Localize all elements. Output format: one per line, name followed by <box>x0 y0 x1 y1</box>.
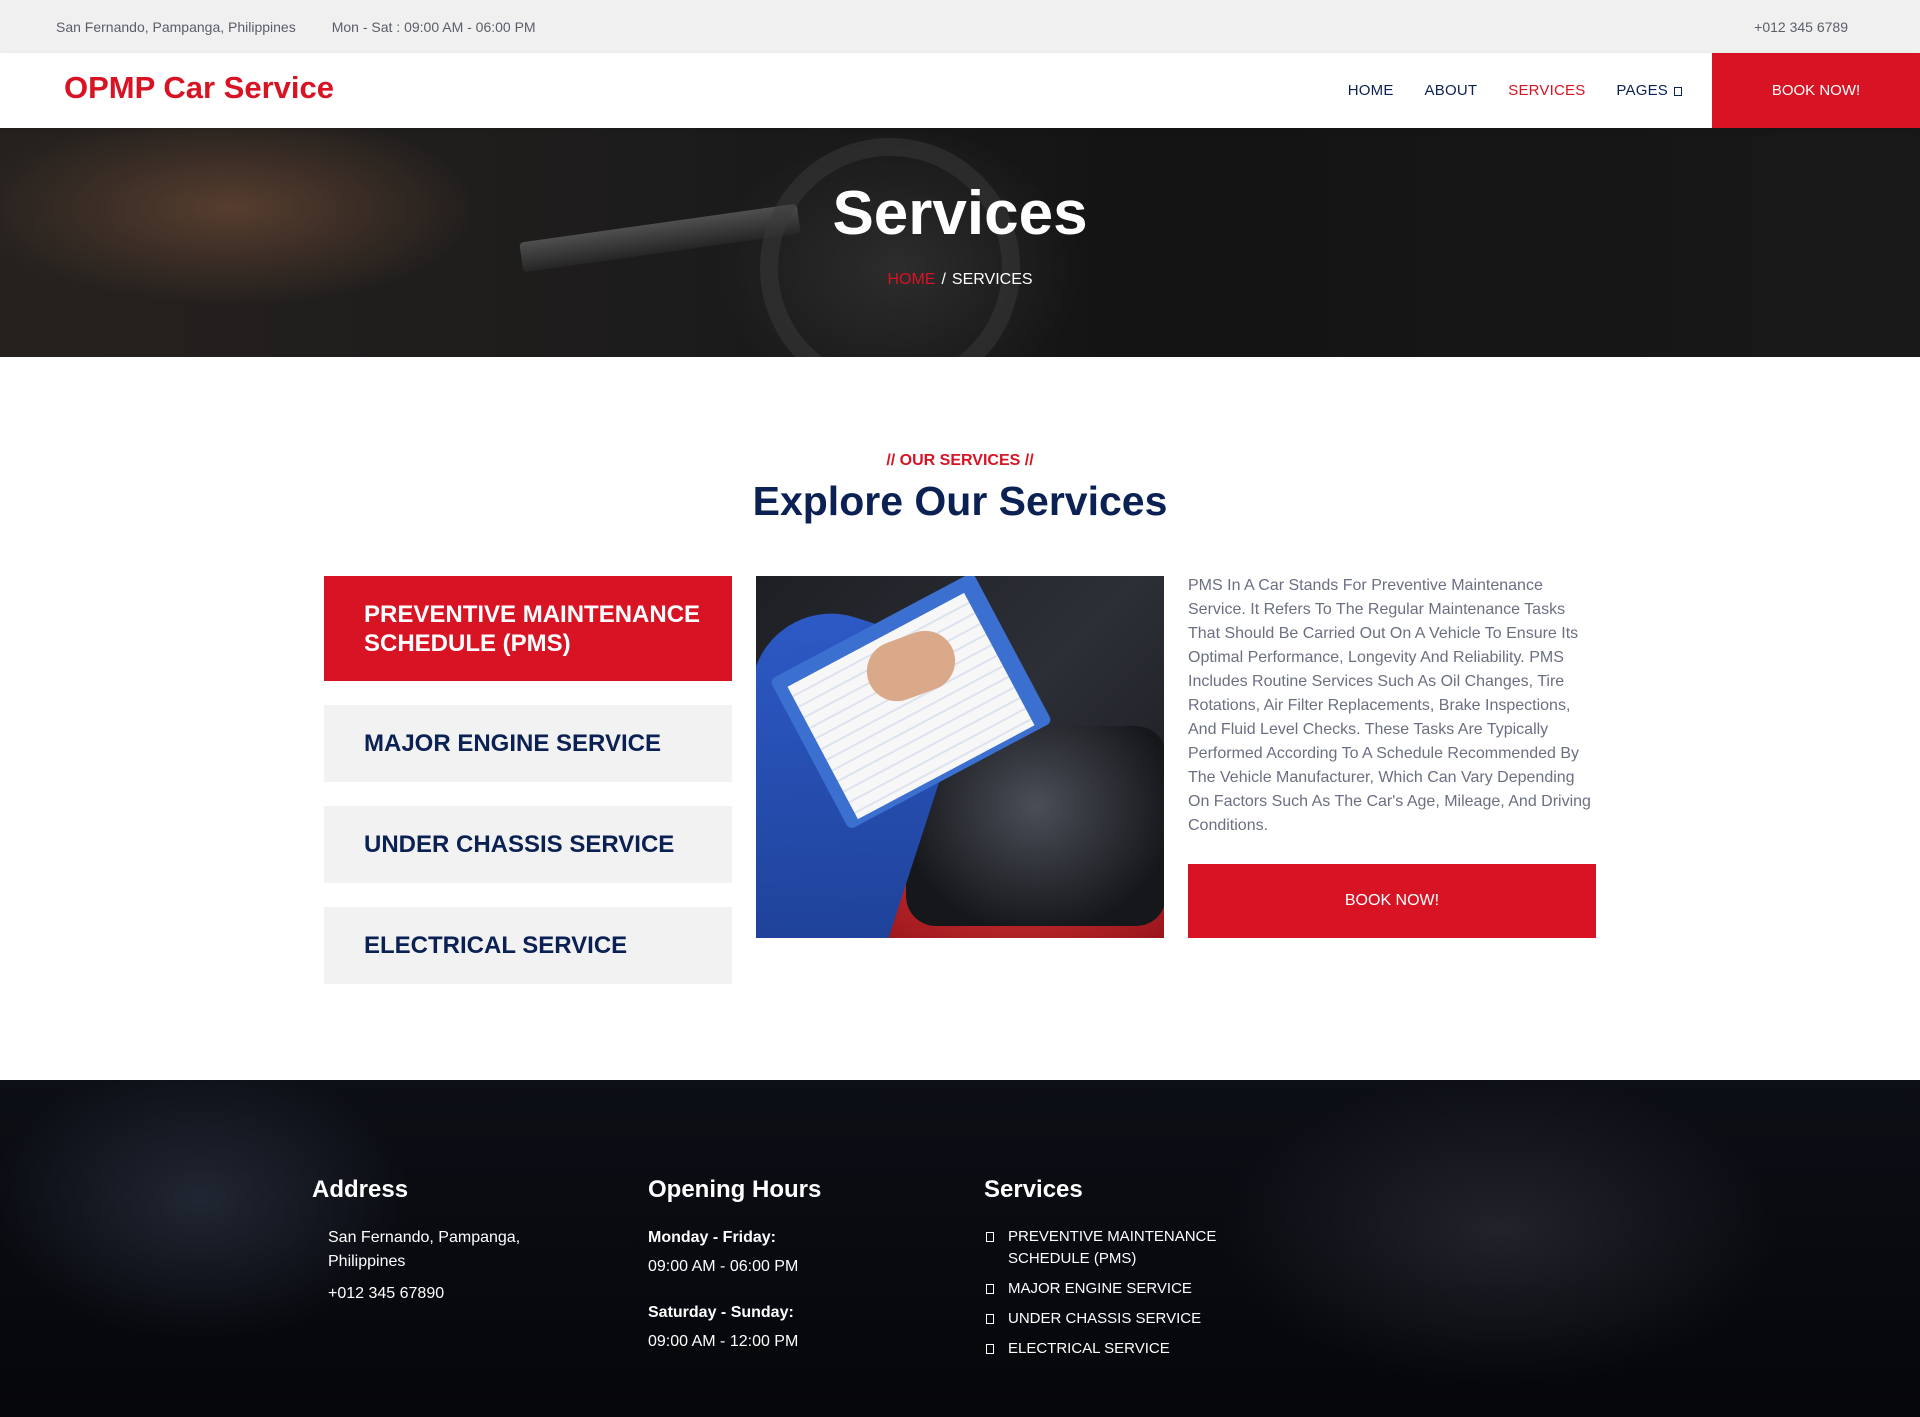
service-tab-under-chassis[interactable]: UNDER CHASSIS SERVICE <box>324 806 732 883</box>
book-now-service-button[interactable]: BOOK NOW! <box>1188 864 1596 938</box>
footer-address-value: San Fernando, Pampanga, Philippines <box>328 1229 521 1270</box>
main-navbar: OPMP Car Service HOME ABOUT SERVICES PAG… <box>0 53 1920 128</box>
section-tag: // OUR SERVICES // <box>886 452 1034 469</box>
footer-service-label: PREVENTIVE MAINTENANCE SCHEDULE (PMS) <box>1008 1228 1217 1267</box>
service-tab-electrical[interactable]: ELECTRICAL SERVICE <box>324 907 732 984</box>
phone-text: +012 345 6789 <box>1754 18 1848 35</box>
nav-services-link[interactable]: SERVICES <box>1508 82 1585 99</box>
footer-service-link[interactable]: MAJOR ENGINE SERVICE <box>984 1278 1264 1300</box>
weekday-label: Monday - Friday: <box>648 1229 777 1246</box>
top-info-bar: San Fernando, Pampanga, Philippines Mon … <box>0 0 1920 53</box>
service-tab-major-engine[interactable]: MAJOR ENGINE SERVICE <box>324 705 732 782</box>
page-header-hero: Services HOME / SERVICES <box>0 128 1920 357</box>
square-bullet-icon <box>986 1284 994 1294</box>
footer-service-link[interactable]: ELECTRICAL SERVICE <box>984 1338 1264 1360</box>
weekend-hours: 09:00 AM - 12:00 PM <box>648 1333 799 1350</box>
weekend-label: Saturday - Sunday: <box>648 1304 794 1321</box>
footer-services-column: Services PREVENTIVE MAINTENANCE SCHEDULE… <box>984 1176 1264 1368</box>
nav-about-link[interactable]: ABOUT <box>1425 82 1478 99</box>
footer-service-link[interactable]: UNDER CHASSIS SERVICE <box>984 1308 1264 1330</box>
footer-hours-column: Opening Hours Monday - Friday: 09:00 AM … <box>648 1176 908 1354</box>
page-title: Services <box>832 179 1088 248</box>
breadcrumb-current: SERVICES <box>951 271 1033 288</box>
nav-links: HOME ABOUT SERVICES PAGES <box>1317 53 1682 128</box>
square-bullet-icon <box>986 1344 994 1354</box>
service-tab-pms[interactable]: PREVENTIVE MAINTENANCE SCHEDULE (PMS) <box>324 576 732 681</box>
section-title: Explore Our Services <box>752 478 1168 524</box>
dropdown-icon <box>1674 86 1682 96</box>
nav-pages-dropdown[interactable]: PAGES <box>1616 82 1682 99</box>
footer-service-label: MAJOR ENGINE SERVICE <box>1008 1280 1192 1297</box>
footer-hours-heading: Opening Hours <box>648 1176 822 1203</box>
footer: Address San Fernando, Pampanga, Philippi… <box>0 1080 1920 1417</box>
square-bullet-icon <box>986 1232 994 1242</box>
footer-service-label: UNDER CHASSIS SERVICE <box>1008 1310 1202 1327</box>
footer-service-label: ELECTRICAL SERVICE <box>1008 1340 1170 1357</box>
footer-address-column: Address San Fernando, Pampanga, Philippi… <box>312 1176 572 1306</box>
footer-services-heading: Services <box>984 1176 1083 1203</box>
footer-address-heading: Address <box>312 1176 409 1203</box>
service-description: PMS In A Car Stands For Preventive Maint… <box>1188 577 1591 834</box>
business-hours-text: Mon - Sat : 09:00 AM - 06:00 PM <box>331 18 536 35</box>
footer-address-text: San Fernando, Pampanga, Philippines <box>312 1226 572 1274</box>
book-now-nav-button[interactable]: BOOK NOW! <box>1712 53 1920 128</box>
square-bullet-icon <box>986 1314 994 1324</box>
breadcrumb-separator: / <box>941 271 946 288</box>
nav-pages-label: PAGES <box>1616 82 1668 99</box>
weekday-hours: 09:00 AM - 06:00 PM <box>648 1258 799 1275</box>
nav-home-link[interactable]: HOME <box>1348 82 1394 99</box>
footer-service-link[interactable]: PREVENTIVE MAINTENANCE SCHEDULE (PMS) <box>984 1226 1264 1270</box>
brand-logo[interactable]: OPMP Car Service <box>64 70 334 106</box>
service-image <box>756 576 1164 938</box>
breadcrumb-home-link[interactable]: HOME <box>887 271 935 288</box>
breadcrumb: HOME / SERVICES <box>0 271 1920 289</box>
location-text: San Fernando, Pampanga, Philippines <box>56 18 296 35</box>
footer-phone-text: +012 345 67890 <box>328 1285 445 1302</box>
